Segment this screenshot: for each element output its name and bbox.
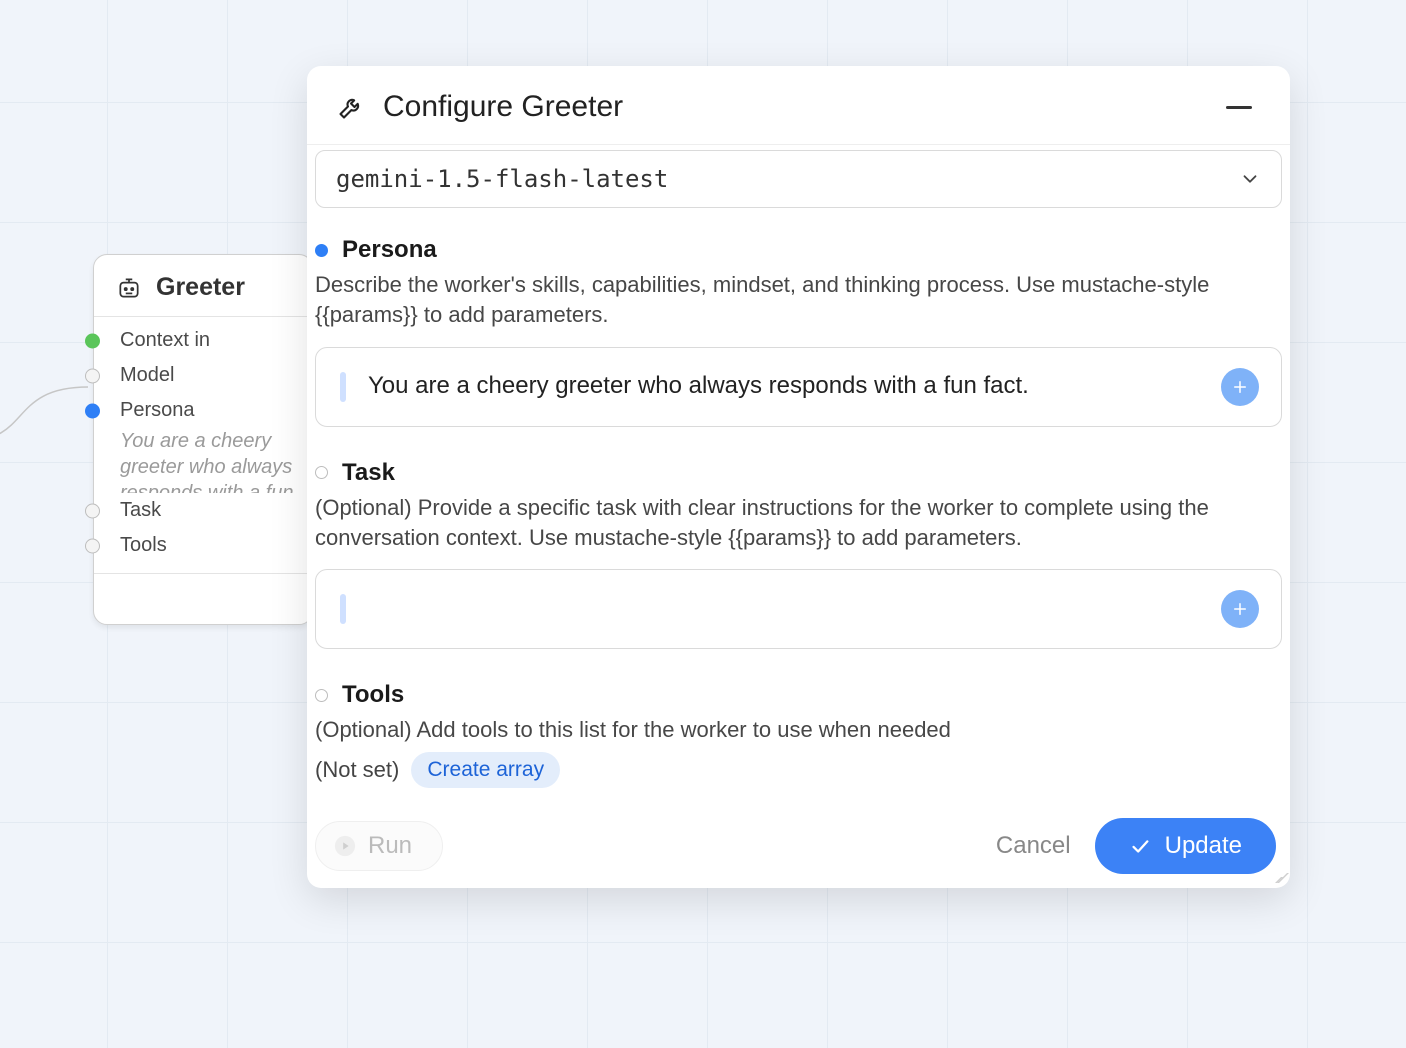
prompt-quote-bar bbox=[340, 594, 346, 624]
update-label: Update bbox=[1165, 832, 1242, 860]
section-head-persona: Persona bbox=[315, 236, 1282, 264]
section-head-tools: Tools bbox=[315, 681, 1282, 709]
port-label: Tools bbox=[120, 534, 167, 557]
panel-title: Configure Greeter bbox=[383, 90, 623, 124]
port-dot-context-in[interactable] bbox=[85, 333, 100, 348]
run-label: Run bbox=[368, 832, 412, 860]
panel-header: Configure Greeter bbox=[307, 66, 1290, 145]
panel-body: gemini-1.5-flash-latest Persona Describe… bbox=[307, 145, 1290, 888]
indicator-dot-persona bbox=[315, 244, 328, 257]
port-persona-preview: You are a cheery greeter who always resp… bbox=[94, 428, 312, 493]
update-button[interactable]: Update bbox=[1095, 818, 1276, 874]
run-button[interactable]: Run bbox=[315, 821, 443, 871]
create-array-button[interactable]: Create array bbox=[411, 752, 560, 788]
tools-description: (Optional) Add tools to this list for th… bbox=[315, 715, 1282, 745]
port-dot-task[interactable] bbox=[85, 503, 100, 518]
node-title: Greeter bbox=[156, 273, 245, 302]
persona-value: You are a cheery greeter who always resp… bbox=[368, 372, 1213, 402]
port-label: Persona bbox=[120, 399, 195, 422]
section-head-task: Task bbox=[315, 459, 1282, 487]
port-label: Context in bbox=[120, 329, 210, 352]
port-task[interactable]: Task bbox=[94, 493, 312, 528]
port-label: Task bbox=[120, 499, 161, 522]
model-value: gemini-1.5-flash-latest bbox=[336, 165, 668, 193]
panel-footer: Run Cancel Update bbox=[315, 818, 1282, 880]
add-param-button-persona[interactable] bbox=[1221, 368, 1259, 406]
section-label: Persona bbox=[342, 236, 437, 264]
play-icon bbox=[334, 835, 356, 857]
check-icon bbox=[1129, 835, 1151, 857]
node-header: Greeter bbox=[94, 255, 312, 317]
tools-not-set-row: (Not set) Create array bbox=[315, 752, 1282, 788]
persona-description: Describe the worker's skills, capabiliti… bbox=[315, 270, 1282, 331]
node-ports: Context in Model Persona You are a cheer… bbox=[94, 317, 312, 574]
port-dot-tools[interactable] bbox=[85, 538, 100, 553]
cancel-button[interactable]: Cancel bbox=[996, 832, 1071, 860]
configure-panel: Configure Greeter gemini-1.5-flash-lates… bbox=[307, 66, 1290, 888]
indicator-dot-tools bbox=[315, 689, 328, 702]
indicator-dot-task bbox=[315, 466, 328, 479]
resize-handle[interactable] bbox=[1270, 869, 1286, 885]
not-set-label: (Not set) bbox=[315, 757, 399, 783]
section-label: Task bbox=[342, 459, 395, 487]
model-select[interactable]: gemini-1.5-flash-latest bbox=[315, 150, 1282, 208]
task-value bbox=[368, 594, 1213, 624]
chevron-down-icon bbox=[1239, 168, 1261, 190]
robot-icon bbox=[116, 275, 142, 301]
port-model[interactable]: Model bbox=[94, 358, 312, 393]
task-description: (Optional) Provide a specific task with … bbox=[315, 493, 1282, 554]
task-input[interactable] bbox=[315, 569, 1282, 649]
persona-input[interactable]: You are a cheery greeter who always resp… bbox=[315, 347, 1282, 427]
port-dot-model[interactable] bbox=[85, 368, 100, 383]
section-label: Tools bbox=[342, 681, 404, 709]
port-label: Model bbox=[120, 364, 174, 387]
port-persona[interactable]: Persona bbox=[94, 393, 312, 428]
node-footer bbox=[94, 574, 312, 624]
prompt-quote-bar bbox=[340, 372, 346, 402]
port-tools[interactable]: Tools bbox=[94, 528, 312, 563]
minimize-button[interactable] bbox=[1226, 106, 1252, 109]
port-context-in[interactable]: Context in bbox=[94, 323, 312, 358]
wrench-icon bbox=[337, 93, 365, 121]
add-param-button-task[interactable] bbox=[1221, 590, 1259, 628]
worker-node-card[interactable]: Greeter Context in Model Persona You are… bbox=[93, 254, 313, 625]
port-dot-persona[interactable] bbox=[85, 403, 100, 418]
